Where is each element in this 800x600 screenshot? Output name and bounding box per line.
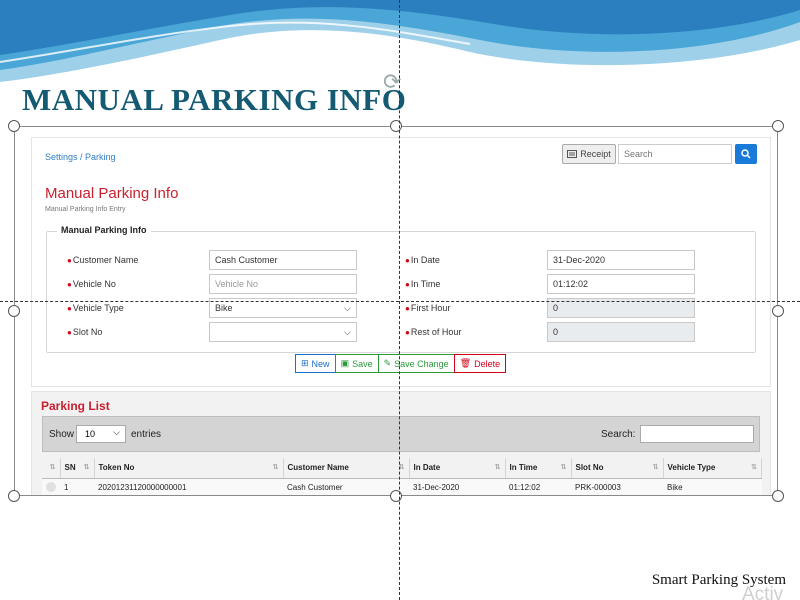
parking-list-panel: Parking List Show 10 ⌵ entries Search: ⇅… bbox=[31, 391, 771, 495]
breadcrumb[interactable]: Settings / Parking bbox=[45, 152, 116, 162]
resize-handle-bottom-left[interactable] bbox=[8, 490, 20, 502]
in-time-field[interactable]: 01:12:02 bbox=[547, 274, 695, 294]
save-change-button[interactable]: ✎ Save Change bbox=[377, 354, 455, 373]
floppy-icon: ▣ bbox=[340, 358, 350, 368]
horizontal-guide[interactable] bbox=[0, 301, 800, 302]
parking-table: ⇅ SN ⇅ Token No ⇅ Customer Name ⇅ In Date ⇅ … bbox=[42, 458, 762, 495]
page-size-select[interactable]: 10 ⌵ bbox=[76, 425, 126, 443]
search-button[interactable] bbox=[735, 144, 757, 164]
resize-handle-middle-right[interactable] bbox=[772, 305, 784, 317]
in-date-label: ●In Date bbox=[405, 255, 440, 265]
vertical-guide[interactable] bbox=[399, 0, 400, 600]
receipt-button[interactable]: Receipt bbox=[562, 144, 616, 164]
row-select-dot[interactable] bbox=[42, 478, 60, 495]
slide: MANUAL PARKING INFO ⟳ Settings / Parking… bbox=[0, 0, 800, 600]
chevron-down-icon: ⌵ bbox=[113, 427, 120, 437]
table-header-row: ⇅ SN ⇅ Token No ⇅ Customer Name ⇅ In Date ⇅ … bbox=[42, 458, 762, 479]
in-date-field[interactable]: 31-Dec-2020 bbox=[547, 250, 695, 270]
column-header-sn[interactable]: SN ⇅ bbox=[60, 458, 95, 479]
first-hour-label: ●First Hour bbox=[405, 303, 451, 313]
sort-icon: ⇅ bbox=[49, 464, 56, 471]
form-title: Manual Parking Info bbox=[45, 185, 179, 202]
trash-icon: 🗑 bbox=[459, 358, 472, 368]
cell-in-time: 01:12:02 bbox=[505, 478, 571, 495]
column-header-in-time[interactable]: In Time ⇅ bbox=[505, 458, 572, 479]
column-header-token-no[interactable]: Token No ⇅ bbox=[94, 458, 284, 479]
cell-sn: 1 bbox=[60, 478, 94, 495]
chevron-down-icon: ⌵ bbox=[344, 327, 351, 337]
cell-vehicle-type: Bike bbox=[663, 478, 762, 495]
activation-watermark: Activ bbox=[742, 584, 784, 600]
sort-icon: ⇅ bbox=[652, 464, 659, 471]
customer-name-field[interactable]: Cash Customer bbox=[209, 250, 357, 270]
sort-icon: ⇅ bbox=[494, 464, 501, 471]
page-size-value: 10 bbox=[85, 429, 96, 439]
chevron-down-icon: ⌵ bbox=[344, 303, 351, 313]
receipt-icon bbox=[567, 150, 578, 158]
slot-no-select[interactable]: ⌵ bbox=[209, 322, 357, 342]
column-header-customer-name[interactable]: Customer Name ⇅ bbox=[283, 458, 410, 479]
app-screenshot: Settings / Parking Receipt Manual Parkin… bbox=[14, 126, 778, 496]
search-input[interactable] bbox=[618, 144, 732, 164]
new-button[interactable]: ⊞ New bbox=[295, 354, 336, 373]
table-search-label: Search: bbox=[601, 429, 636, 440]
form-panel: Settings / Parking Receipt Manual Parkin… bbox=[31, 137, 771, 387]
column-header-in-date[interactable]: In Date ⇅ bbox=[409, 458, 506, 479]
list-title: Parking List bbox=[41, 399, 110, 413]
resize-handle-bottom-right[interactable] bbox=[772, 490, 784, 502]
sort-icon: ⇅ bbox=[751, 464, 757, 471]
sort-icon: ⇅ bbox=[272, 464, 279, 471]
save-button[interactable]: ▣ Save bbox=[334, 354, 379, 373]
resize-handle-bottom-center[interactable] bbox=[390, 490, 402, 502]
rest-of-hour-field: 0 bbox=[547, 322, 695, 342]
cell-slot-no: PRK-000003 bbox=[571, 478, 663, 495]
in-time-label: ●In Time bbox=[405, 279, 441, 289]
parking-fieldset: Manual Parking Info ●Customer Name Cash … bbox=[46, 225, 756, 353]
vehicle-type-value: Bike bbox=[215, 303, 233, 313]
resize-handle-top-right[interactable] bbox=[772, 120, 784, 132]
rest-of-hour-label: ●Rest of Hour bbox=[405, 327, 462, 337]
customer-name-label: ●Customer Name bbox=[67, 255, 139, 265]
edit-icon: ✎ bbox=[383, 358, 392, 368]
vehicle-no-field[interactable]: Vehicle No bbox=[209, 274, 357, 294]
slot-no-label: ●Slot No bbox=[67, 327, 103, 337]
sort-icon: ⇅ bbox=[83, 464, 90, 471]
vehicle-no-label: ●Vehicle No bbox=[67, 279, 116, 289]
receipt-label: Receipt bbox=[580, 149, 611, 159]
fieldset-legend: Manual Parking Info bbox=[57, 225, 151, 235]
resize-handle-top-left[interactable] bbox=[8, 120, 20, 132]
resize-handle-top-center[interactable] bbox=[390, 120, 402, 132]
entries-label: entries bbox=[131, 429, 162, 440]
datatable-toolbar: Show 10 ⌵ entries Search: bbox=[42, 416, 760, 452]
show-label: Show bbox=[49, 429, 75, 440]
slide-title: MANUAL PARKING INFO bbox=[22, 82, 407, 117]
vehicle-type-label: ●Vehicle Type bbox=[67, 303, 124, 313]
action-buttons: ⊞ New ▣ Save ✎ Save Change 🗑 Delete bbox=[295, 354, 507, 373]
delete-button[interactable]: 🗑 Delete bbox=[453, 354, 507, 373]
cell-token-no: 20201231120000000001 bbox=[94, 478, 283, 495]
form-subtitle: Manual Parking Info Entry bbox=[45, 206, 126, 213]
column-header-vehicle-type[interactable]: Vehicle Type ⇅ bbox=[663, 458, 762, 479]
cell-in-date: 31-Dec-2020 bbox=[409, 478, 505, 495]
column-header-slot-no[interactable]: Slot No ⇅ bbox=[571, 458, 664, 479]
plus-icon: ⊞ bbox=[301, 358, 309, 368]
sort-icon: ⇅ bbox=[560, 464, 567, 471]
search-icon bbox=[741, 149, 751, 159]
table-search-input[interactable] bbox=[640, 425, 754, 443]
select-column-header[interactable]: ⇅ bbox=[42, 458, 61, 479]
resize-handle-middle-left[interactable] bbox=[8, 305, 20, 317]
